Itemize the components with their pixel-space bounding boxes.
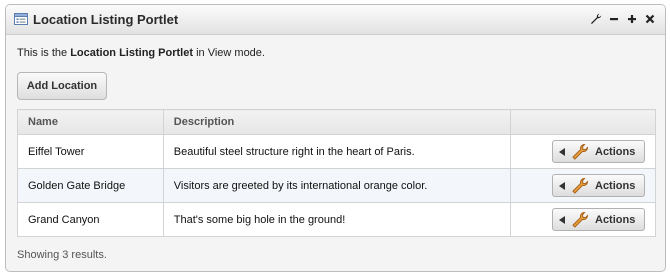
actions-cell: Actions [510, 168, 656, 203]
table-row: Grand Canyon That's some big hole in the… [17, 202, 656, 237]
actions-cell: Actions [510, 134, 656, 169]
location-listing-portlet: Location Listing Portlet This is the Loc… [5, 4, 666, 272]
actions-cell: Actions [510, 202, 656, 237]
plus-icon[interactable] [625, 12, 639, 26]
intro-suffix: in View mode. [193, 47, 265, 59]
table-header-row: Name Description [17, 109, 656, 135]
portlet-window-icon [14, 13, 28, 25]
portlet-controls [589, 12, 657, 26]
wrench-icon[interactable] [589, 12, 603, 26]
actions-label: Actions [595, 179, 636, 192]
column-header-description[interactable]: Description [162, 109, 512, 135]
location-name: Golden Gate Bridge [17, 168, 164, 203]
location-name: Eiffel Tower [17, 134, 164, 169]
results-count: Showing 3 results. [17, 249, 107, 261]
triangle-left-icon [559, 181, 565, 190]
location-description: Beautiful steel structure right in the h… [162, 134, 512, 169]
location-description: Visitors are greeted by its internationa… [162, 168, 512, 203]
portlet-title: Location Listing Portlet [33, 12, 179, 27]
actions-button[interactable]: Actions [552, 208, 645, 231]
intro-portlet-name: Location Listing Portlet [70, 47, 194, 59]
add-location-button[interactable]: Add Location [17, 72, 107, 100]
actions-button[interactable]: Actions [552, 174, 645, 197]
wrench-icon [572, 211, 589, 228]
wrench-icon [572, 177, 589, 194]
column-header-actions [510, 109, 656, 135]
actions-label: Actions [595, 213, 636, 226]
locations-table: Name Description Eiffel Tower Beautiful … [17, 109, 656, 237]
table-row: Eiffel Tower Beautiful steel structure r… [17, 134, 656, 169]
portlet-title-bar: Location Listing Portlet [6, 5, 665, 35]
table-row: Golden Gate Bridge Visitors are greeted … [17, 168, 656, 203]
wrench-icon [572, 143, 589, 160]
actions-button[interactable]: Actions [552, 140, 645, 163]
triangle-left-icon [559, 147, 565, 156]
intro-text: This is the Location Listing Portlet in … [17, 47, 265, 59]
column-header-name[interactable]: Name [17, 109, 164, 135]
intro-prefix: This is the [17, 47, 71, 59]
minus-icon[interactable] [607, 12, 621, 26]
close-icon[interactable] [643, 12, 657, 26]
actions-label: Actions [595, 145, 636, 158]
location-description: That's some big hole in the ground! [162, 202, 512, 237]
location-name: Grand Canyon [17, 202, 164, 237]
triangle-left-icon [559, 215, 565, 224]
